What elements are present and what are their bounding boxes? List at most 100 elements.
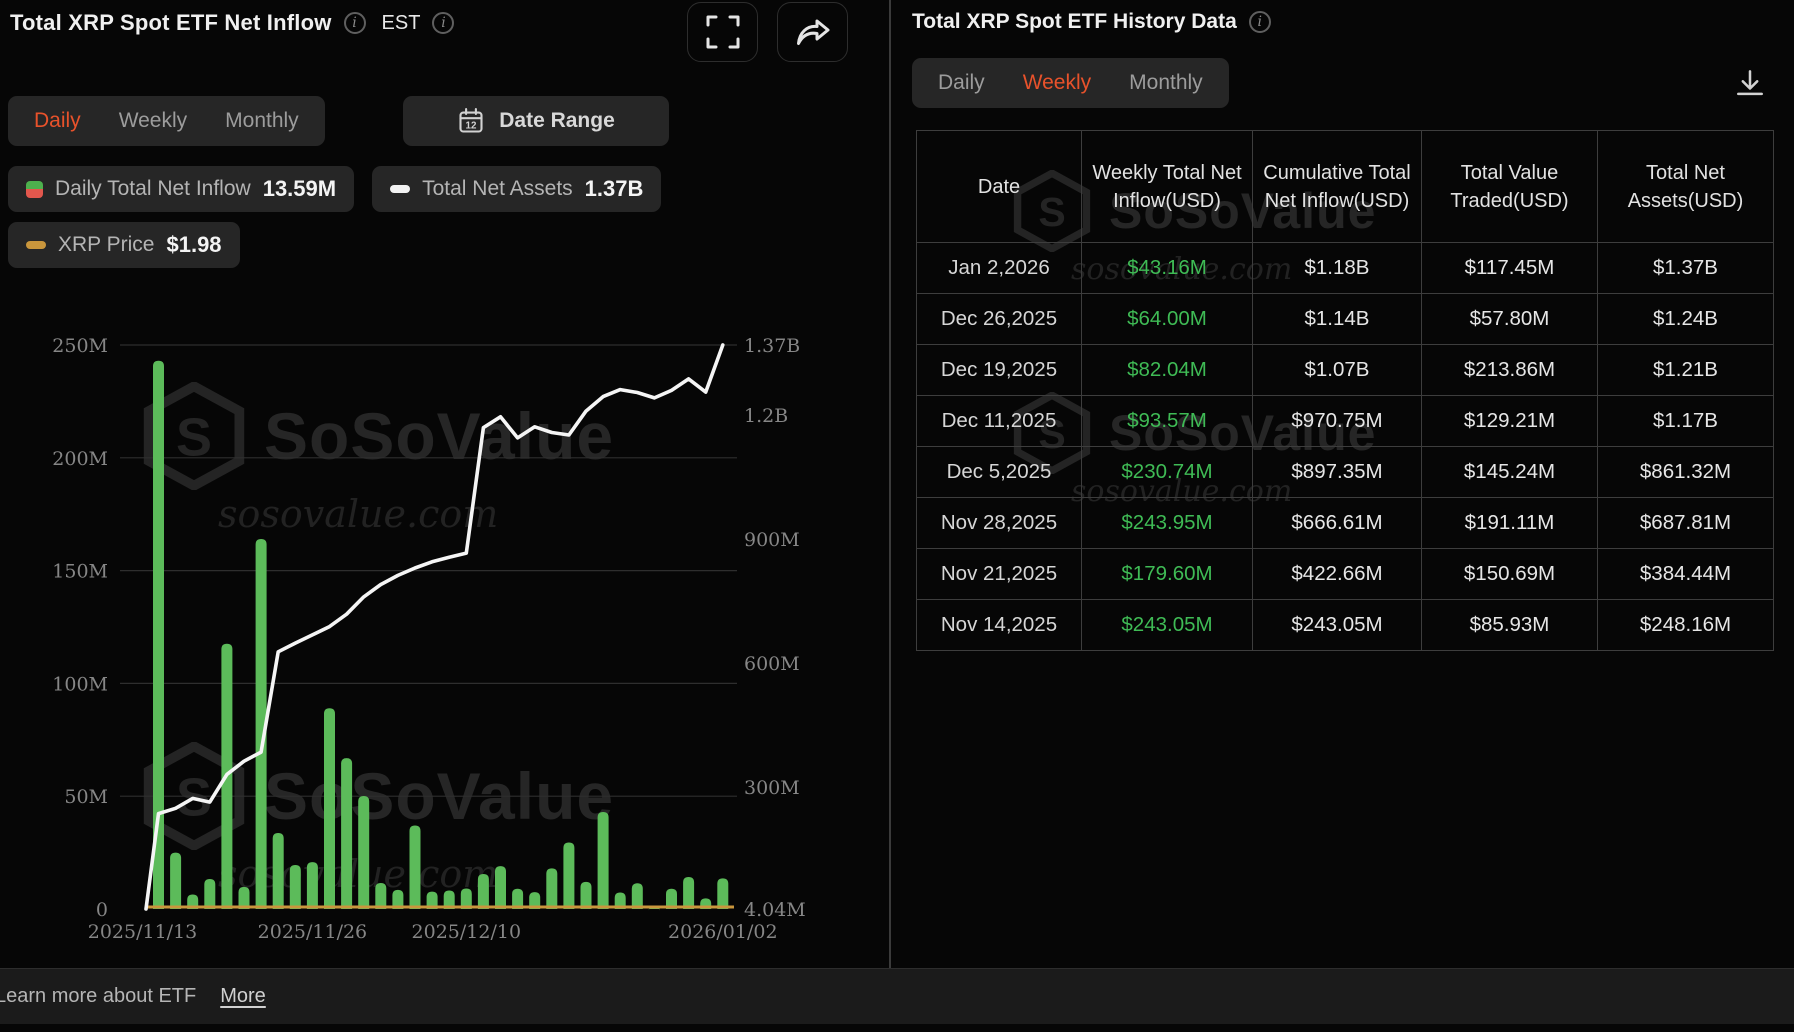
- svg-text:150M: 150M: [52, 561, 108, 583]
- cell-weekly-net-inflow: $64.00M: [1082, 294, 1253, 345]
- history-table-head: DateWeekly Total Net Inflow(USD)Cumulati…: [917, 131, 1774, 243]
- svg-text:1.2B: 1.2B: [744, 405, 788, 427]
- inflow-bar: [546, 868, 557, 909]
- cell-weekly-net-inflow: $82.04M: [1082, 345, 1253, 396]
- tab-monthly[interactable]: Monthly: [1129, 71, 1203, 95]
- cell-date: Dec 11,2025: [917, 396, 1082, 447]
- cell-date: Nov 14,2025: [917, 600, 1082, 651]
- cell-cumulative-inflow: $243.05M: [1253, 600, 1422, 651]
- cell-net-assets: $248.16M: [1598, 600, 1774, 651]
- footer-more-link[interactable]: More: [220, 985, 266, 1008]
- share-icon: [793, 12, 833, 52]
- cell-weekly-net-inflow: $93.57M: [1082, 396, 1253, 447]
- date-range-button[interactable]: 12 Date Range: [403, 96, 669, 146]
- cell-value-traded: $117.45M: [1422, 243, 1598, 294]
- gold-dash-icon: [26, 241, 46, 249]
- svg-text:50M: 50M: [64, 786, 108, 808]
- table-row: Jan 2,2026$43.16M$1.18B$117.45M$1.37B: [917, 243, 1774, 294]
- tab-monthly[interactable]: Monthly: [225, 109, 299, 133]
- date-range-label: Date Range: [499, 109, 615, 133]
- period-tabs: Daily Weekly Monthly: [8, 96, 325, 146]
- chart-legend-row2: XRP Price $1.98: [8, 222, 240, 268]
- tab-weekly[interactable]: Weekly: [119, 109, 187, 133]
- inflow-bar: [598, 812, 609, 909]
- page-title: Total XRP Spot ETF Net Inflow: [10, 10, 332, 36]
- table-row: Nov 28,2025$243.95M$666.61M$191.11M$687.…: [917, 498, 1774, 549]
- legend-label: Daily Total Net Inflow: [55, 177, 251, 201]
- daily-inflow-bars[interactable]: [153, 361, 728, 911]
- column-header: Total Net Assets(USD): [1598, 131, 1774, 243]
- svg-text:250M: 250M: [52, 335, 108, 357]
- legend-label: XRP Price: [58, 233, 154, 257]
- cell-value-traded: $57.80M: [1422, 294, 1598, 345]
- cell-net-assets: $1.37B: [1598, 243, 1774, 294]
- legend-daily-net-inflow[interactable]: Daily Total Net Inflow 13.59M: [8, 166, 354, 212]
- svg-text:200M: 200M: [52, 448, 108, 470]
- cell-value-traded: $213.86M: [1422, 345, 1598, 396]
- history-data-panel: Total XRP Spot ETF History Data i Daily …: [891, 0, 1794, 968]
- cell-weekly-net-inflow: $230.74M: [1082, 447, 1253, 498]
- inflow-bar: [495, 866, 506, 909]
- inflow-bar: [204, 879, 215, 909]
- svg-text:2026/01/02: 2026/01/02: [668, 921, 778, 940]
- tab-daily[interactable]: Daily: [938, 71, 985, 95]
- inflow-bar: [375, 883, 386, 909]
- download-icon: [1732, 66, 1768, 102]
- table-row: Nov 14,2025$243.05M$243.05M$85.93M$248.1…: [917, 600, 1774, 651]
- download-button[interactable]: [1728, 62, 1772, 106]
- timezone-info-icon[interactable]: i: [432, 12, 454, 34]
- inflow-bar: [683, 877, 694, 909]
- history-title: Total XRP Spot ETF History Data: [912, 10, 1237, 34]
- info-icon[interactable]: i: [1249, 11, 1271, 33]
- inflow-bar: [581, 882, 592, 909]
- svg-text:300M: 300M: [744, 777, 800, 799]
- cell-net-assets: $687.81M: [1598, 498, 1774, 549]
- cell-cumulative-inflow: $666.61M: [1253, 498, 1422, 549]
- cell-net-assets: $1.24B: [1598, 294, 1774, 345]
- inflow-bar: [290, 865, 301, 909]
- cell-date: Dec 26,2025: [917, 294, 1082, 345]
- cell-weekly-net-inflow: $243.05M: [1082, 600, 1253, 651]
- cell-weekly-net-inflow: $43.16M: [1082, 243, 1253, 294]
- inflow-bar: [358, 796, 369, 909]
- cell-cumulative-inflow: $1.18B: [1253, 243, 1422, 294]
- footer-bar: Learn more about ETF More: [0, 968, 1794, 1024]
- column-header: Weekly Total Net Inflow(USD): [1082, 131, 1253, 243]
- svg-text:12: 12: [466, 121, 477, 132]
- cell-cumulative-inflow: $1.07B: [1253, 345, 1422, 396]
- tab-weekly[interactable]: Weekly: [1023, 71, 1091, 95]
- cell-date: Nov 28,2025: [917, 498, 1082, 549]
- table-row: Dec 5,2025$230.74M$897.35M$145.24M$861.3…: [917, 447, 1774, 498]
- cell-date: Nov 21,2025: [917, 549, 1082, 600]
- net-inflow-panel: Total XRP Spot ETF Net Inflow i EST i Da…: [0, 0, 889, 968]
- column-header: Cumulative Total Net Inflow(USD): [1253, 131, 1422, 243]
- inflow-bar: [717, 878, 728, 909]
- y-axis-left: 250M200M150M100M50M0: [52, 335, 108, 921]
- inflow-bar: [410, 826, 421, 909]
- info-icon[interactable]: i: [344, 12, 366, 34]
- history-table-body: Jan 2,2026$43.16M$1.18B$117.45M$1.37BDec…: [917, 243, 1774, 651]
- net-inflow-chart[interactable]: 250M200M150M100M50M01.37B1.2B900M600M300…: [0, 278, 890, 940]
- cell-cumulative-inflow: $422.66M: [1253, 549, 1422, 600]
- share-button[interactable]: [777, 2, 848, 62]
- legend-value: $1.98: [166, 232, 221, 258]
- legend-xrp-price[interactable]: XRP Price $1.98: [8, 222, 240, 268]
- inflow-bar: [273, 833, 284, 909]
- table-header-row: DateWeekly Total Net Inflow(USD)Cumulati…: [917, 131, 1774, 243]
- cell-value-traded: $85.93M: [1422, 600, 1598, 651]
- legend-total-net-assets[interactable]: Total Net Assets 1.37B: [372, 166, 661, 212]
- svg-text:1.37B: 1.37B: [744, 335, 800, 357]
- svg-text:0: 0: [96, 899, 108, 921]
- svg-text:600M: 600M: [744, 653, 800, 675]
- tab-daily[interactable]: Daily: [34, 109, 81, 133]
- inflow-bar: [632, 883, 643, 909]
- cell-weekly-net-inflow: $179.60M: [1082, 549, 1253, 600]
- white-dash-icon: [390, 185, 410, 193]
- fullscreen-button[interactable]: [687, 2, 758, 62]
- svg-text:2025/11/26: 2025/11/26: [258, 921, 368, 940]
- inflow-bar: [341, 758, 352, 909]
- table-row: Nov 21,2025$179.60M$422.66M$150.69M$384.…: [917, 549, 1774, 600]
- calendar-icon: 12: [457, 107, 485, 135]
- y-axis-right: 1.37B1.2B900M600M300M4.04M: [744, 335, 806, 921]
- cell-date: Dec 5,2025: [917, 447, 1082, 498]
